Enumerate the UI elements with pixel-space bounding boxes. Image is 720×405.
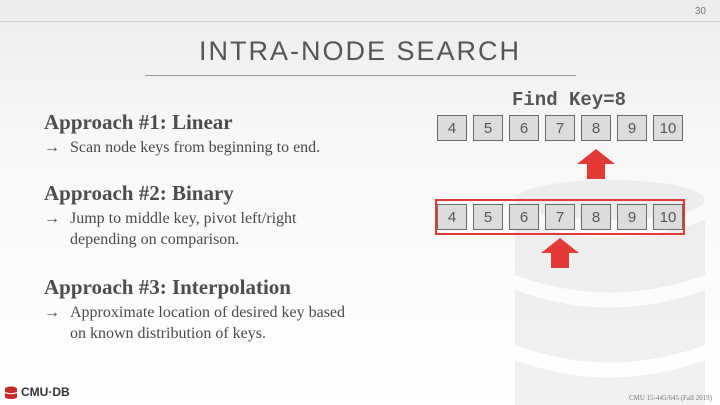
key-cell: 10 [653, 115, 683, 141]
key-cell: 7 [545, 115, 575, 141]
key-cell: 10 [653, 204, 683, 230]
right-arrow-icon: → [44, 139, 60, 156]
key-cell: 5 [473, 115, 503, 141]
footer-logo-text: CMU·DB [21, 385, 70, 399]
key-cell: 8 [581, 115, 611, 141]
key-cell: 9 [617, 204, 647, 230]
approach-description: → Approximate location of desired key ba… [44, 302, 345, 344]
approach-interpolation: Approach #3: Interpolation → Approximate… [44, 275, 345, 344]
right-arrow-icon: → [44, 210, 60, 227]
find-key-label: Find Key=8 [512, 89, 627, 111]
approach-description: → Jump to middle key, pivot left/right d… [44, 208, 297, 250]
key-cell: 4 [437, 115, 467, 141]
key-cell: 5 [473, 204, 503, 230]
course-footer: CMU 15-445/645 (Fall 2019) [628, 394, 712, 402]
slide-number: 30 [694, 6, 706, 17]
approach-heading: Approach #2: Binary [44, 181, 234, 205]
approach-line: Jump to middle key, pivot left/right [70, 210, 297, 227]
approach-line: depending on comparison. [70, 231, 240, 248]
footer-logo: CMU·DB [4, 385, 70, 399]
pointer-up-arrow-icon [541, 238, 579, 268]
key-cell: 7 [545, 204, 575, 230]
right-arrow-icon: → [44, 304, 60, 321]
approach-binary: Approach #2: Binary → Jump to middle key… [44, 181, 297, 250]
pointer-up-arrow-icon [577, 149, 615, 179]
top-divider [0, 21, 720, 22]
slide: 30 INTRA-NODE SEARCH Approach #1: Linear… [0, 0, 720, 405]
approach-linear: Approach #1: Linear → Scan node keys fro… [44, 110, 320, 158]
key-array-binary: 4 5 6 7 8 9 10 [435, 199, 685, 235]
key-cell: 4 [437, 204, 467, 230]
approach-description: → Scan node keys from beginning to end. [44, 137, 320, 158]
approach-line: Scan node keys from beginning to end. [70, 139, 321, 156]
key-cell: 8 [581, 204, 611, 230]
key-cell: 6 [509, 204, 539, 230]
key-cell: 9 [617, 115, 647, 141]
slide-title: INTRA-NODE SEARCH [198, 36, 522, 66]
database-icon [4, 386, 18, 399]
key-cell: 6 [509, 115, 539, 141]
approach-heading: Approach #3: Interpolation [44, 275, 291, 299]
approach-line: on known distribution of keys. [70, 325, 266, 342]
approach-heading: Approach #1: Linear [44, 110, 233, 134]
key-array-linear: 4 5 6 7 8 9 10 [437, 112, 683, 144]
title-underline [145, 75, 576, 76]
approach-line: Approximate location of desired key base… [70, 304, 346, 321]
